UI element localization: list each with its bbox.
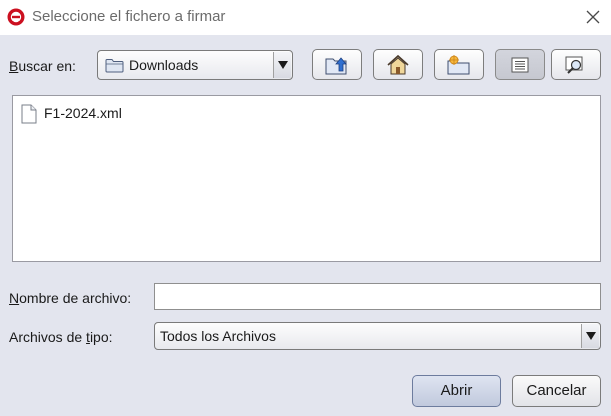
chevron-down-icon: [278, 61, 288, 69]
file-name: F1-2024.xml: [44, 105, 122, 121]
document-icon: [21, 104, 37, 124]
file-type-label: Archivos de tipo:: [9, 329, 113, 345]
file-name-input[interactable]: [154, 283, 601, 310]
list-view-icon: [511, 57, 529, 72]
file-type-value: Todos los Archivos: [160, 328, 276, 344]
list-view-button[interactable]: [495, 49, 545, 80]
up-one-level-button[interactable]: [312, 49, 362, 80]
up-folder-icon: [325, 56, 347, 74]
home-button[interactable]: [373, 49, 423, 80]
new-folder-icon: [447, 54, 470, 74]
details-view-button[interactable]: [551, 49, 601, 80]
open-button[interactable]: Abrir: [412, 375, 501, 407]
folder-icon: [105, 59, 124, 73]
app-e-icon: [7, 8, 25, 26]
chevron-down-icon: [586, 332, 596, 340]
look-in-combo[interactable]: Downloads: [97, 50, 293, 80]
look-in-label: Buscar en:: [9, 58, 76, 74]
file-type-dropdown-button[interactable]: [581, 324, 599, 348]
details-view-icon: [565, 56, 583, 74]
home-icon: [387, 54, 409, 74]
new-folder-button[interactable]: [434, 49, 484, 80]
file-list[interactable]: F1-2024.xml: [12, 95, 601, 262]
look-in-value: Downloads: [129, 57, 199, 73]
file-type-combo[interactable]: Todos los Archivos: [154, 322, 601, 350]
cancel-button[interactable]: Cancelar: [512, 375, 601, 407]
title-bar: Seleccione el fichero a firmar: [0, 0, 611, 35]
file-chooser-dialog: Buscar en: Downloads F1-2024.xml Nombre …: [0, 35, 611, 416]
file-name-label: Nombre de archivo:: [9, 290, 132, 306]
close-icon[interactable]: [584, 8, 602, 26]
window-title: Seleccione el fichero a firmar: [32, 8, 226, 25]
look-in-dropdown-button[interactable]: [273, 52, 291, 78]
